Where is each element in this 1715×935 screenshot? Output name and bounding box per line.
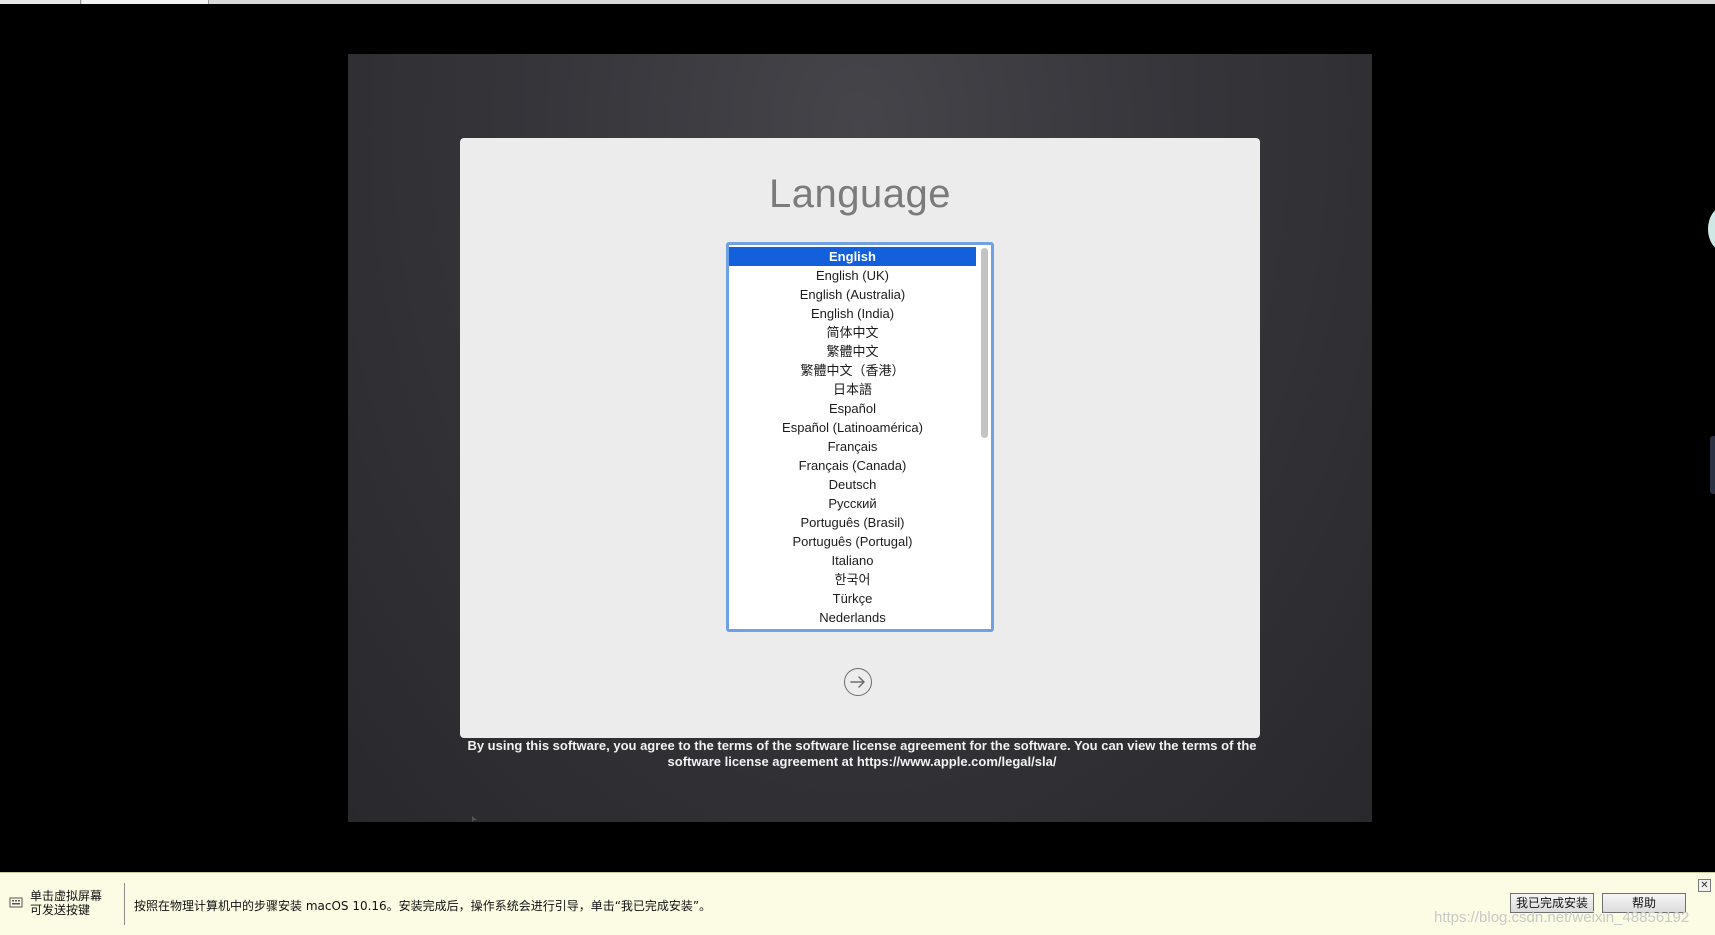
scrollbar-thumb[interactable] <box>981 248 988 438</box>
hint-message: 按照在物理计算机中的步骤安装 macOS 10.16。安装完成后，操作系统会进行… <box>134 899 712 913</box>
tab-1[interactable] <box>0 0 81 4</box>
continue-button[interactable] <box>844 668 872 696</box>
language-option[interactable]: English (UK) <box>729 266 976 285</box>
language-option[interactable]: Português (Portugal) <box>729 532 976 551</box>
mouse-cursor-icon <box>472 816 477 822</box>
hint-keyboard-line: 可发送按键 <box>30 903 91 917</box>
tab-strip <box>0 0 1715 4</box>
language-option[interactable]: Русский <box>729 494 976 513</box>
language-option[interactable]: Français <box>729 437 976 456</box>
keyboard-icon <box>9 897 23 908</box>
hint-keyboard-line: 单击虚拟屏幕 <box>30 889 103 903</box>
language-list[interactable]: English English (UK) English (Australia) En… <box>726 242 994 632</box>
side-panel-toggle[interactable] <box>1708 207 1715 251</box>
page-title: Language <box>769 172 951 216</box>
language-option[interactable]: English (India) <box>729 304 976 323</box>
divider <box>124 883 125 925</box>
close-icon[interactable]: ✕ <box>1698 879 1711 892</box>
license-agreement-text: By using this software, you agree to the… <box>467 738 1257 769</box>
language-option[interactable]: Nederlands <box>729 608 976 627</box>
scrollbar[interactable] <box>980 248 989 624</box>
language-option[interactable]: 한국어 <box>729 570 976 589</box>
language-option[interactable]: English <box>729 247 976 266</box>
side-panel-handle[interactable] <box>1710 436 1715 494</box>
language-option[interactable]: 繁體中文 <box>729 342 976 361</box>
installer-panel: Language English English (UK) English (Aus… <box>460 138 1260 738</box>
language-option[interactable]: 繁體中文（香港） <box>729 361 976 380</box>
language-option[interactable]: 日本語 <box>729 380 976 399</box>
hint-keyboard-text: 单击虚拟屏幕 可发送按键 <box>30 889 120 917</box>
language-option[interactable]: Español <box>729 399 976 418</box>
virtual-machine-screen[interactable]: Language English English (UK) English (Aus… <box>348 54 1372 822</box>
watermark: https://blog.csdn.net/weixin_48856192 <box>1434 909 1690 926</box>
language-option[interactable]: Türkçe <box>729 589 976 608</box>
language-option[interactable]: Deutsch <box>729 475 976 494</box>
language-option[interactable]: 简体中文 <box>729 323 976 342</box>
language-option[interactable]: Español (Latinoamérica) <box>729 418 976 437</box>
language-items: English English (UK) English (Australia) En… <box>729 247 976 627</box>
language-option[interactable]: Italiano <box>729 551 976 570</box>
language-option[interactable]: Português (Brasil) <box>729 513 976 532</box>
language-option[interactable]: English (Australia) <box>729 285 976 304</box>
tab-2[interactable] <box>82 0 209 4</box>
language-option[interactable]: Français (Canada) <box>729 456 976 475</box>
vmware-window: Language English English (UK) English (Aus… <box>0 0 1715 935</box>
arrow-right-circle-icon <box>850 676 865 688</box>
installation-hint-bar: 单击虚拟屏幕 可发送按键 按照在物理计算机中的步骤安装 macOS 10.16。安… <box>0 872 1715 935</box>
